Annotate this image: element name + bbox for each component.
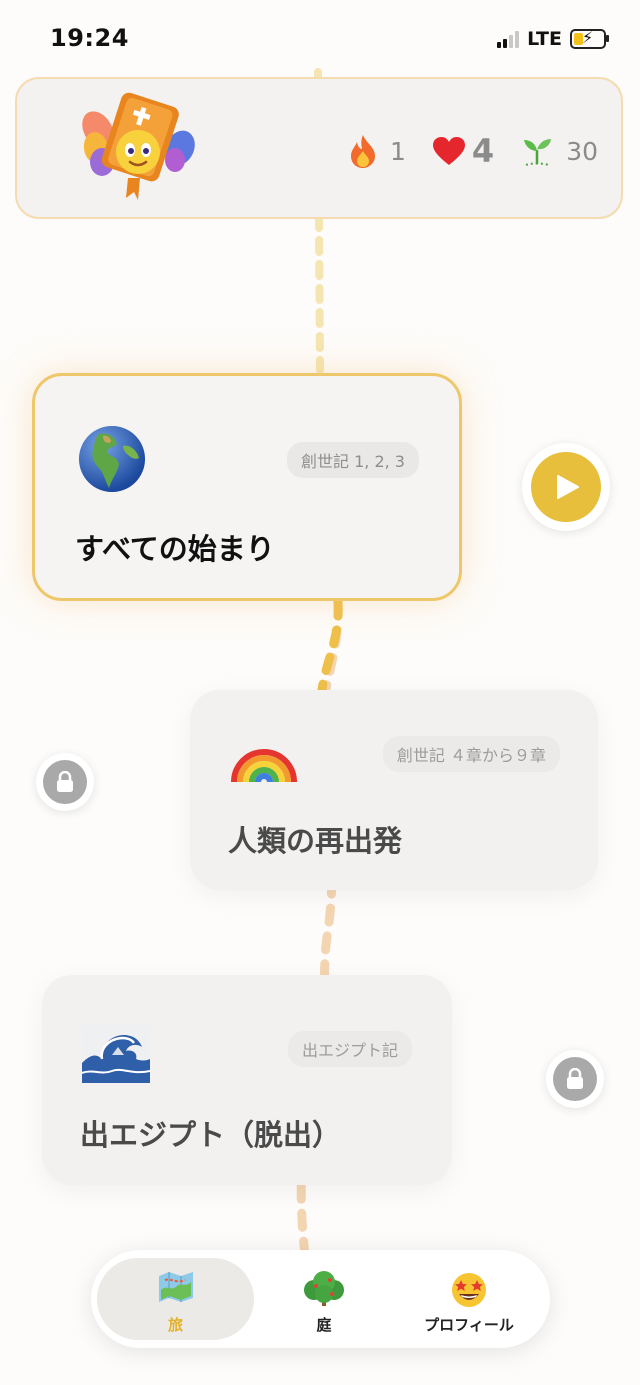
tab-garden[interactable]: 庭	[254, 1258, 394, 1340]
lesson-card-1[interactable]: 創世記 1, 2, 3 すべての始まり	[32, 373, 462, 601]
tab-journey[interactable]: 旅	[97, 1258, 254, 1340]
streak-count: 1	[390, 136, 406, 166]
locked-lesson-node[interactable]	[546, 1050, 604, 1108]
bush-icon	[304, 1271, 344, 1306]
locked-lesson-node[interactable]	[36, 753, 94, 811]
play-lesson-button[interactable]	[522, 443, 610, 531]
lesson-title: 出エジプト（脱出）	[80, 1118, 342, 1152]
sprouts-stat[interactable]: 30	[520, 134, 598, 168]
globe-icon	[79, 426, 145, 492]
map-icon	[158, 1272, 193, 1302]
scripture-reference-chip: 創世記 1, 2, 3	[287, 442, 419, 478]
sprout-icon	[524, 139, 552, 166]
scripture-reference-chip: 出エジプト記	[287, 1031, 412, 1067]
hearts-count: 4	[471, 132, 495, 170]
lock-icon	[57, 771, 73, 792]
tab-journey-label: 旅	[167, 1316, 183, 1334]
scripture-reference-chip: 創世記 ４章から９章	[382, 736, 560, 772]
tab-profile-label: プロフィール	[424, 1316, 514, 1334]
cellular-signal-icon	[497, 30, 520, 48]
status-time: 19:24	[50, 24, 129, 52]
tab-garden-label: 庭	[316, 1316, 332, 1334]
bottom-tab-bar: 旅 庭 プロフィール	[91, 1250, 550, 1348]
network-label: LTE	[527, 28, 562, 50]
wave-icon	[82, 1025, 150, 1083]
header-stats: 1 4 30	[322, 132, 598, 170]
streak-stat[interactable]: 1	[348, 133, 406, 169]
heart-icon	[432, 137, 465, 165]
lesson-card-3[interactable]: 出エジプト記 出エジプト（脱出）	[42, 975, 452, 1185]
star-struck-face-icon	[452, 1273, 486, 1307]
winged-bible-mascot-icon[interactable]	[80, 88, 195, 203]
lesson-title: 人類の再出発	[228, 824, 403, 858]
hearts-stat[interactable]: 4	[432, 132, 494, 170]
status-indicators: LTE ⚡	[497, 28, 609, 50]
play-icon	[557, 475, 579, 499]
lesson-title: すべての始まり	[75, 532, 275, 566]
rainbow-icon	[231, 749, 297, 783]
fire-icon	[351, 135, 376, 168]
battery-charging-icon: ⚡	[570, 28, 609, 49]
lesson-card-2[interactable]: 創世記 ４章から９章 人類の再出発	[190, 690, 598, 890]
sprouts-count: 30	[566, 136, 598, 166]
lock-icon	[567, 1068, 583, 1089]
tab-profile[interactable]: プロフィール	[394, 1258, 544, 1340]
